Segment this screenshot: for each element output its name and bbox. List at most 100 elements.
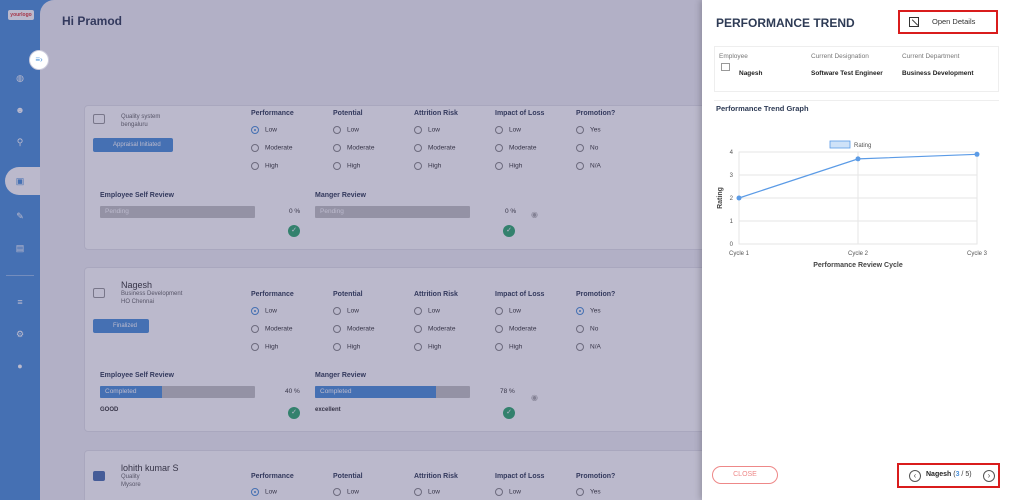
x-axis-label: Performance Review Cycle [813, 262, 903, 269]
status-button[interactable]: Appraisal Initiated [93, 138, 173, 152]
potential-high-radio[interactable]: High [333, 343, 360, 351]
manager-review-comment: excellent [315, 407, 341, 413]
globe-icon[interactable]: ◍ [14, 72, 26, 84]
promotion-na-radio[interactable]: N/A [576, 343, 601, 351]
performance-high-radio[interactable]: High [251, 343, 278, 351]
manager-review-label: Manger Review [315, 372, 366, 379]
chevron-right-icon[interactable]: › [983, 470, 995, 482]
self-review-label: Employee Self Review [100, 372, 174, 379]
panel-title: PERFORMANCE TREND [716, 16, 855, 30]
graph-title: Performance Trend Graph [716, 104, 809, 113]
impact-low-radio[interactable]: Low [495, 307, 521, 315]
potential-low-radio[interactable]: Low [333, 488, 359, 496]
x-tick-label: Cycle 2 [848, 251, 869, 257]
avatar [93, 114, 105, 124]
impact-low-radio[interactable]: Low [495, 488, 521, 496]
performance-high-radio[interactable]: High [251, 162, 278, 170]
y-axis-label: Rating [717, 187, 724, 209]
avatar [93, 471, 105, 481]
close-button[interactable]: CLOSE [712, 466, 778, 484]
y-tick-label: 0 [730, 242, 734, 248]
self-review-status: Pending [105, 208, 129, 215]
performance-moderate-radio[interactable]: Moderate [251, 144, 292, 152]
attrition-low-radio[interactable]: Low [414, 488, 440, 496]
employee-label: Employee [719, 53, 748, 60]
performance-low-radio[interactable]: Low [251, 126, 277, 134]
promotion-no-radio[interactable]: No [576, 325, 598, 333]
eye-icon[interactable]: ◉ [531, 393, 538, 402]
attrition-high-radio[interactable]: High [414, 162, 441, 170]
impact-low-radio[interactable]: Low [495, 126, 521, 134]
impact-moderate-radio[interactable]: Moderate [495, 325, 536, 333]
report-icon[interactable]: ▤ [14, 242, 26, 254]
list-icon[interactable]: ≡ [14, 296, 26, 308]
manager-review-percent: 78 % [500, 388, 515, 395]
attrition-low-radio[interactable]: Low [414, 307, 440, 315]
team-icon[interactable]: ☻ [14, 104, 26, 116]
potential-moderate-radio[interactable]: Moderate [333, 325, 374, 333]
collapse-sidebar-button[interactable]: ≡› [29, 50, 49, 70]
potential-low-radio[interactable]: Low [333, 126, 359, 134]
status-button[interactable]: Finalized [93, 319, 149, 333]
employee-department: Quality [121, 474, 140, 480]
employee-location: HO Chennai [121, 299, 155, 305]
attrition-moderate-radio[interactable]: Moderate [414, 325, 455, 333]
data-point [736, 195, 742, 201]
self-review-bar: Pending [100, 206, 255, 218]
potential-low-radio[interactable]: Low [333, 307, 359, 315]
col-performance: Performance [251, 110, 294, 117]
col-attrition: Attrition Risk [414, 110, 458, 117]
attrition-high-radio[interactable]: High [414, 343, 441, 351]
employee-name: lohith kumar S [121, 463, 179, 473]
impact-high-radio[interactable]: High [495, 162, 522, 170]
self-review-percent: 40 % [285, 388, 300, 395]
impact-high-radio[interactable]: High [495, 343, 522, 351]
promotion-no-radio[interactable]: No [576, 144, 598, 152]
potential-high-radio[interactable]: High [333, 162, 360, 170]
performance-low-radio[interactable]: Low [251, 307, 277, 315]
sidebar: yourlogo ◍ ☻ ⚲ ▣ ✎ ▤ ≡ ⚙ ● [0, 0, 41, 500]
manager-review-status: Pending [320, 208, 344, 215]
performance-moderate-radio[interactable]: Moderate [251, 325, 292, 333]
promotion-na-radio[interactable]: N/A [576, 162, 601, 170]
promotion-yes-radio[interactable]: Yes [576, 488, 601, 496]
self-review-percent: 0 % [289, 208, 301, 215]
check-icon: ✓ [503, 225, 515, 237]
employee-pager: ‹ Nagesh (3 / 5) › [897, 463, 1000, 488]
open-details-button[interactable]: Open Details [898, 10, 998, 34]
data-point [855, 156, 861, 162]
impact-moderate-radio[interactable]: Moderate [495, 144, 536, 152]
feedback-icon[interactable]: ✎ [14, 210, 26, 222]
employee-value: Nagesh [739, 70, 763, 77]
org-icon[interactable]: ⚲ [14, 136, 26, 148]
appraisal-icon: ▣ [15, 176, 25, 186]
avatar [93, 288, 105, 298]
employee-location: bengaluru [121, 122, 148, 128]
promotion-yes-radio[interactable]: Yes [576, 126, 601, 134]
employee-card: Quality system bengaluru Appraisal Initi… [84, 105, 744, 250]
attrition-low-radio[interactable]: Low [414, 126, 440, 134]
pager-total: 5 [965, 471, 970, 478]
col-promotion: Promotion? [576, 110, 616, 117]
employee-location: Mysore [121, 482, 141, 488]
open-external-icon [909, 17, 919, 27]
sidebar-divider [6, 275, 34, 276]
employee-info: Employee Nagesh Current Designation Soft… [714, 46, 999, 92]
potential-moderate-radio[interactable]: Moderate [333, 144, 374, 152]
settings-icon[interactable]: ⚙ [14, 328, 26, 340]
promotion-yes-radio[interactable]: Yes [576, 307, 601, 315]
user-icon[interactable]: ● [14, 360, 26, 372]
employee-department: Quality system [121, 114, 161, 120]
attrition-moderate-radio[interactable]: Moderate [414, 144, 455, 152]
department-label: Current Department [902, 53, 960, 60]
col-performance: Performance [251, 291, 294, 298]
sidebar-item-appraisal[interactable]: ▣ [5, 167, 41, 195]
eye-icon[interactable]: ◉ [531, 210, 538, 219]
designation-value: Software Test Engineer [811, 70, 883, 77]
greeting: Hi Pramod [62, 14, 123, 28]
chevron-left-icon[interactable]: ‹ [909, 470, 921, 482]
performance-low-radio[interactable]: Low [251, 488, 277, 496]
department-value: Business Development [902, 70, 974, 77]
check-icon: ✓ [503, 407, 515, 419]
pager-text: Nagesh (3 / 5) [926, 471, 972, 478]
